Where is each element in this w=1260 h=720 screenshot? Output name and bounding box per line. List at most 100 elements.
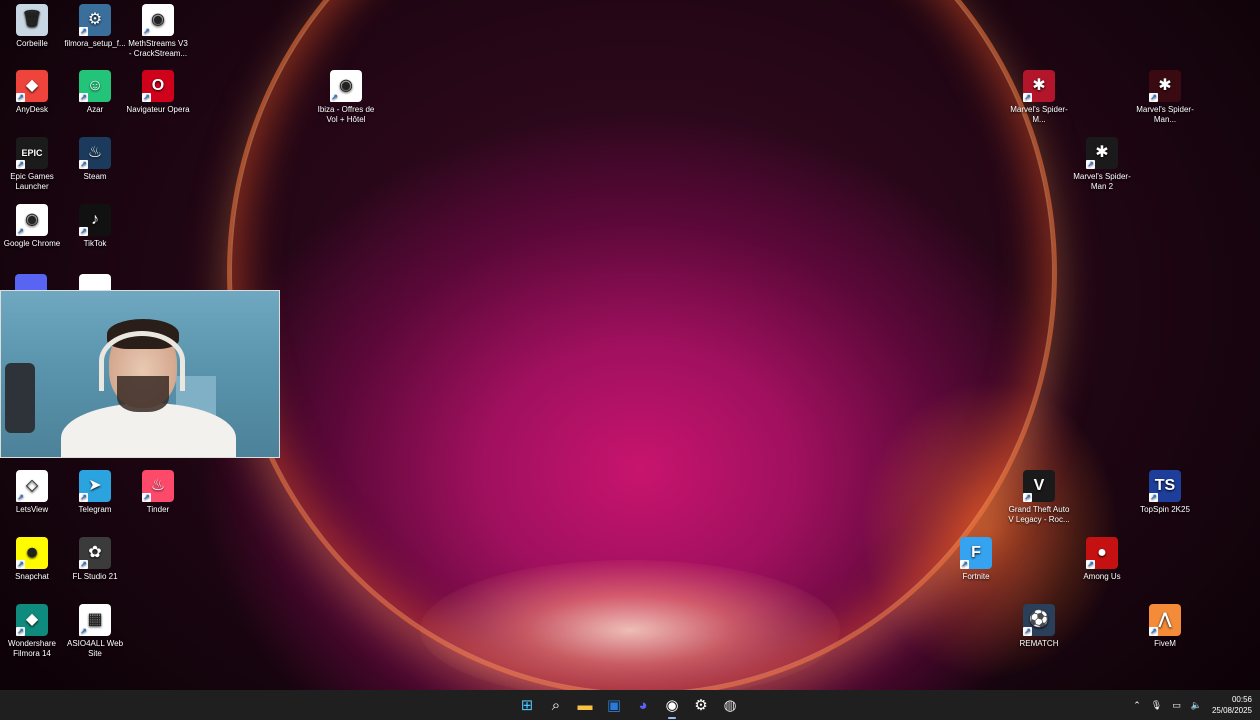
- epic-games-icon: EPIC ↗: [16, 137, 48, 169]
- telegram-icon: ➤ ↗: [79, 470, 111, 502]
- desktop-icon[interactable]: ✱ ↗ Marvel's Spider-Man 2: [1070, 137, 1134, 192]
- opera-icon: O ↗: [142, 70, 174, 102]
- obs-button[interactable]: ◍: [719, 694, 741, 716]
- fivem-icon: ⋀ ↗: [1149, 604, 1181, 636]
- desktop-icon[interactable]: ☻ ↗ Snapchat: [0, 537, 64, 582]
- installer-icon: ⚙ ↗: [79, 4, 111, 36]
- desktop-icon[interactable]: TS ↗ TopSpin 2K25: [1133, 470, 1197, 515]
- desktop-icon-label: ASIO4ALL Web Site: [66, 639, 124, 658]
- chrome-button[interactable]: ◉: [661, 694, 683, 719]
- shortcut-arrow-icon: ↗: [1023, 627, 1032, 636]
- shortcut-arrow-icon: ↗: [1149, 627, 1158, 636]
- photos-icon: ▣: [606, 697, 622, 714]
- desktop-icon[interactable]: 🗑 Corbeille: [0, 4, 64, 49]
- steam-icon: ⚙: [694, 697, 708, 714]
- snapchat-icon: ☻ ↗: [16, 537, 48, 569]
- system-tray: ⌃ 🎙 ▭ 🔈 00:56 25/08/2025: [1133, 690, 1252, 720]
- webcam-overlay: [0, 290, 280, 458]
- chrome-icon: ◉ ↗: [16, 204, 48, 236]
- desktop-icon-label: Epic Games Launcher: [10, 172, 54, 191]
- fl-studio-icon: ✿ ↗: [79, 537, 111, 569]
- shortcut-arrow-icon: ↗: [1086, 560, 1095, 569]
- desktop-icon[interactable]: ⋀ ↗ FiveM: [1133, 604, 1197, 649]
- desktop-icon[interactable]: ⚽ ↗ REMATCH: [1007, 604, 1071, 649]
- volume-icon[interactable]: 🔈: [1191, 700, 1202, 711]
- chevron-up-icon[interactable]: ⌃: [1133, 700, 1141, 711]
- desktop-icon[interactable]: ♨ ↗ Steam: [63, 137, 127, 182]
- microphone-icon[interactable]: 🎙: [1151, 700, 1162, 711]
- desktop-icon[interactable]: ◉ ↗ MethStreams V3 - CrackStream...: [126, 4, 190, 59]
- desktop-icon-label: Wondershare Filmora 14: [8, 639, 56, 658]
- clock[interactable]: 00:56 25/08/2025: [1212, 694, 1252, 716]
- shortcut-arrow-icon: ↗: [1023, 93, 1032, 102]
- desktop-icon[interactable]: ⚙ ↗ filmora_setup_f...: [63, 4, 127, 49]
- chrome-icon: ◉: [665, 697, 679, 714]
- desktop-icon[interactable]: ➤ ↗ Telegram: [63, 470, 127, 515]
- desktop-icon[interactable]: V ↗ Grand Theft Auto V Legacy - Roc...: [1007, 470, 1071, 525]
- steam-icon: ♨ ↗: [79, 137, 111, 169]
- anydesk-icon: ◆ ↗: [16, 70, 48, 102]
- search-button[interactable]: ⌕: [545, 694, 567, 716]
- shortcut-arrow-icon: ↗: [1149, 93, 1158, 102]
- desktop-icon[interactable]: ✱ ↗ Marvel's Spider-Man...: [1133, 70, 1197, 125]
- desktop-icon[interactable]: ✿ ↗ FL Studio 21: [63, 537, 127, 582]
- spiderman2-icon: ✱ ↗: [1086, 137, 1118, 169]
- desktop-icon[interactable]: ◉ ↗ Ibiza - Offres de Vol + Hôtel: [314, 70, 378, 125]
- steam-button[interactable]: ⚙: [690, 694, 712, 716]
- gta-icon: V ↗: [1023, 470, 1055, 502]
- desktop-icon-label: Snapchat: [15, 572, 49, 581]
- discord-button[interactable]: ◕: [632, 694, 654, 716]
- obs-icon: ◍: [723, 697, 737, 714]
- desktop-icon[interactable]: O ↗ Navigateur Opera: [126, 70, 190, 115]
- wallpaper-glow: [420, 560, 840, 690]
- tiktok-icon: ♪ ↗: [79, 204, 111, 236]
- desktop-icon[interactable]: ◇ ↗ LetsView: [0, 470, 64, 515]
- windows-icon: ⊞: [520, 697, 534, 714]
- spiderman-icon: ✱ ↗: [1023, 70, 1055, 102]
- network-icon[interactable]: ▭: [1172, 700, 1181, 711]
- spiderman-miles-icon: ✱ ↗: [1149, 70, 1181, 102]
- desktop-icon-label: Ibiza - Offres de Vol + Hôtel: [317, 105, 375, 124]
- desktop-icon[interactable]: ♪ ↗ TikTok: [63, 204, 127, 249]
- desktop-icon-label: Steam: [83, 172, 107, 181]
- shortcut-arrow-icon: ↗: [142, 493, 151, 502]
- desktop-icon-label: Marvel's Spider-Man...: [1136, 105, 1194, 124]
- desktop-icon[interactable]: ◆ ↗ AnyDesk: [0, 70, 64, 115]
- clock-date: 25/08/2025: [1211, 706, 1252, 715]
- desktop-icon[interactable]: ◆ ↗ Wondershare Filmora 14: [0, 604, 64, 659]
- among-us-icon: ● ↗: [1086, 537, 1118, 569]
- desktop-icon-label: Grand Theft Auto V Legacy - Roc...: [1008, 505, 1070, 524]
- desktop-icon-label: Telegram: [78, 505, 112, 514]
- shortcut-arrow-icon: ↗: [330, 93, 339, 102]
- filmora-icon: ◆ ↗: [16, 604, 48, 636]
- desktop-icon[interactable]: ● ↗ Among Us: [1070, 537, 1134, 582]
- letsview-icon: ◇ ↗: [16, 470, 48, 502]
- shortcut-arrow-icon: ↗: [79, 93, 88, 102]
- clock-time: 00:56: [1231, 695, 1252, 704]
- desktop-icon-label: filmora_setup_f...: [64, 39, 126, 48]
- desktop-icon[interactable]: F ↗ Fortnite: [944, 537, 1008, 582]
- desktop-icon-label: REMATCH: [1019, 639, 1059, 648]
- desktop-icon[interactable]: ♨ ↗ Tinder: [126, 470, 190, 515]
- desktop-icon[interactable]: EPIC ↗ Epic Games Launcher: [0, 137, 64, 192]
- desktop-icon-label: LetsView: [15, 505, 49, 514]
- desktop-icon-label: TopSpin 2K25: [1140, 505, 1190, 514]
- desktop-icon-label: Marvel's Spider-M...: [1010, 105, 1068, 124]
- shortcut-arrow-icon: ↗: [142, 93, 151, 102]
- desktop-icon[interactable]: ☺ ↗ Azar: [63, 70, 127, 115]
- desktop-icon[interactable]: ◉ ↗ Google Chrome: [0, 204, 64, 249]
- shortcut-arrow-icon: ↗: [142, 27, 151, 36]
- desktop-icon[interactable]: ✱ ↗ Marvel's Spider-M...: [1007, 70, 1071, 125]
- shortcut-arrow-icon: ↗: [16, 160, 25, 169]
- desktop-icon-label: MethStreams V3 - CrackStream...: [128, 39, 188, 58]
- start-button[interactable]: ⊞: [516, 694, 538, 716]
- shortcut-arrow-icon: ↗: [79, 627, 88, 636]
- desktop-icon[interactable]: ▦ ↗ ASIO4ALL Web Site: [63, 604, 127, 659]
- desktop-icon-label: FL Studio 21: [72, 572, 118, 581]
- photos-button[interactable]: ▣: [603, 694, 625, 716]
- search-icon: ⌕: [551, 696, 561, 714]
- file-explorer-button[interactable]: ▬: [574, 694, 596, 716]
- desktop-icon-label: Tinder: [146, 505, 170, 514]
- shortcut-arrow-icon: ↗: [960, 560, 969, 569]
- desktop-icon-label: Corbeille: [16, 39, 48, 48]
